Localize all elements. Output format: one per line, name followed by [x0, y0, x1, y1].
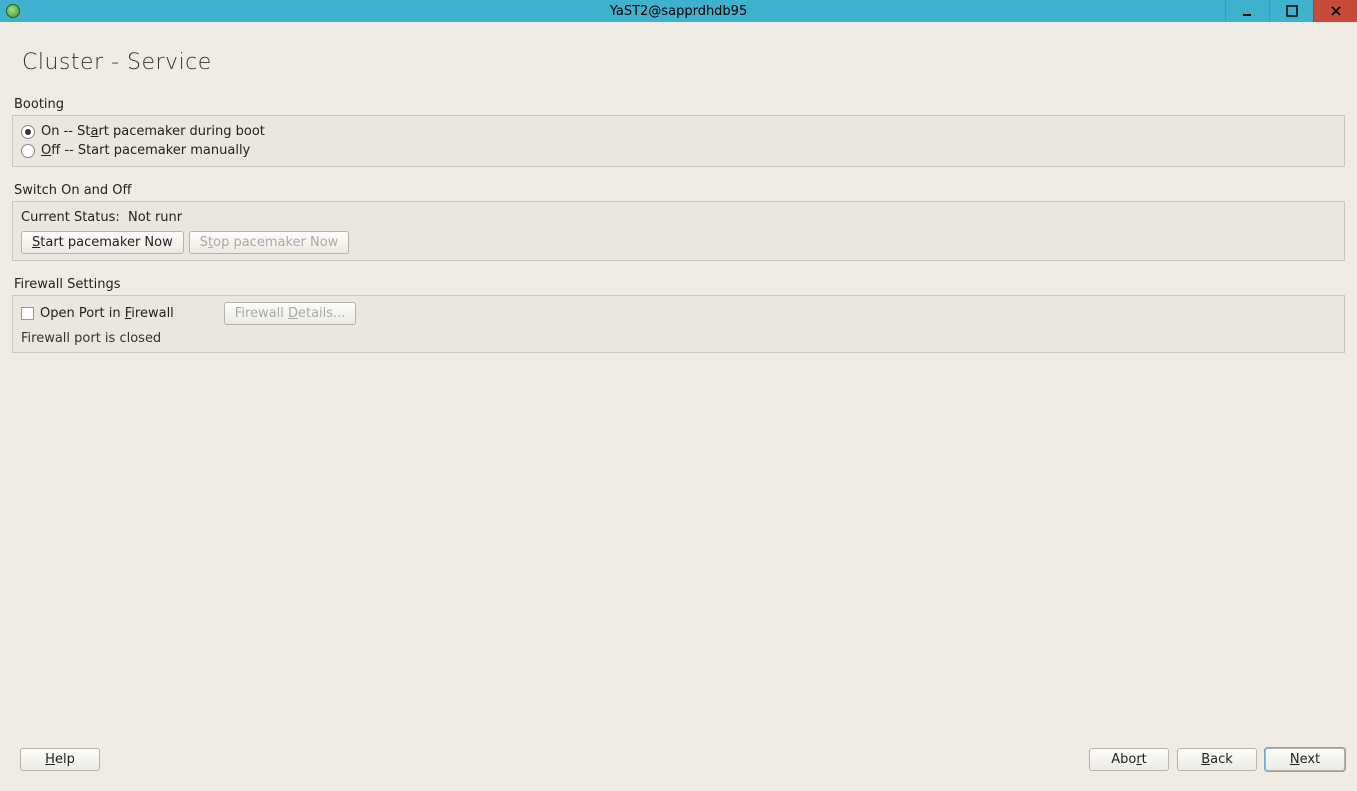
yast-app-icon [6, 4, 20, 18]
booting-radio-off[interactable] [21, 144, 35, 158]
window-title: YaST2@sapprdhdb95 [0, 4, 1357, 19]
bottom-button-bar: Help Abort Back Next [12, 748, 1345, 771]
open-port-label: Open Port in Firewall [40, 306, 174, 321]
help-button[interactable]: Help [20, 748, 100, 771]
minimize-button[interactable] [1225, 0, 1269, 22]
page-title: Cluster - Service [22, 50, 1347, 75]
open-port-checkbox[interactable] [21, 307, 34, 320]
firewall-group: Open Port in Firewall Firewall Details..… [12, 295, 1345, 353]
booting-group: On -- Start pacemaker during boot Off --… [12, 115, 1345, 167]
booting-radio-on-row[interactable]: On -- Start pacemaker during boot [21, 122, 1336, 141]
abort-button[interactable]: Abort [1089, 748, 1169, 771]
maximize-button[interactable] [1269, 0, 1313, 22]
booting-radio-on[interactable] [21, 125, 35, 139]
close-button[interactable] [1313, 0, 1357, 22]
switch-button-row: Start pacemaker Now Stop pacemaker Now [21, 231, 1336, 254]
firewall-status-text: Firewall port is closed [21, 331, 1336, 346]
content-area: Booting On -- Start pacemaker during boo… [10, 97, 1347, 353]
start-pacemaker-button[interactable]: Start pacemaker Now [21, 231, 184, 254]
open-port-checkbox-row[interactable]: Open Port in Firewall [21, 306, 174, 321]
switch-status-label: Current Status: [21, 210, 120, 225]
back-button[interactable]: Back [1177, 748, 1257, 771]
switch-status-line: Current Status: Not runr [21, 208, 1336, 231]
booting-section-label: Booting [14, 97, 1345, 112]
inner-panel: Cluster - Service Booting On -- Start pa… [10, 32, 1347, 781]
switch-status-value: Not runr [128, 210, 182, 225]
firewall-details-button: Firewall Details... [224, 302, 357, 325]
window-controls [1225, 0, 1357, 22]
switch-section-label: Switch On and Off [14, 183, 1345, 198]
firewall-section-label: Firewall Settings [14, 277, 1345, 292]
switch-group: Current Status: Not runr Start pacemaker… [12, 201, 1345, 261]
next-button[interactable]: Next [1265, 748, 1345, 771]
booting-radio-off-row[interactable]: Off -- Start pacemaker manually [21, 141, 1336, 160]
firewall-open-line: Open Port in Firewall Firewall Details..… [21, 302, 1336, 325]
booting-radio-on-label: On -- Start pacemaker during boot [41, 124, 265, 139]
window-titlebar: YaST2@sapprdhdb95 [0, 0, 1357, 22]
app-body: Cluster - Service Booting On -- Start pa… [0, 22, 1357, 791]
stop-pacemaker-button: Stop pacemaker Now [189, 231, 350, 254]
booting-radio-off-label: Off -- Start pacemaker manually [41, 143, 250, 158]
